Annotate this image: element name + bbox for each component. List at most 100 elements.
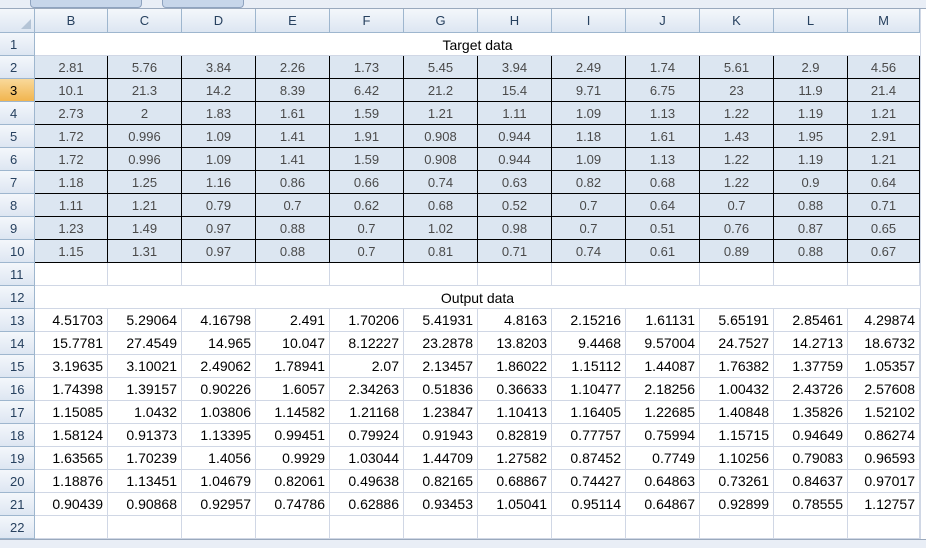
output-cell[interactable]: 14.2713	[774, 332, 848, 355]
target-cell[interactable]: 1.41	[256, 148, 330, 171]
output-cell[interactable]: 0.82819	[478, 424, 552, 447]
output-cell[interactable]: 1.05041	[478, 493, 552, 516]
output-cell[interactable]: 0.7749	[626, 447, 700, 470]
output-cell[interactable]: 1.04679	[182, 470, 256, 493]
target-cell[interactable]: 23	[700, 79, 774, 102]
target-cell[interactable]: 0.68	[404, 194, 478, 217]
output-cell[interactable]: 4.8163	[478, 309, 552, 332]
target-cell[interactable]: 2.73	[35, 102, 108, 125]
target-cell[interactable]: 2.81	[35, 56, 108, 79]
target-cell[interactable]: 0.67	[848, 240, 920, 263]
target-cell[interactable]: 0.88	[774, 194, 848, 217]
target-cell[interactable]: 1.21	[848, 148, 920, 171]
cell[interactable]	[35, 516, 108, 539]
target-cell[interactable]: 0.63	[478, 171, 552, 194]
target-cell[interactable]: 2.26	[256, 56, 330, 79]
target-cell[interactable]: 0.7	[256, 194, 330, 217]
cell[interactable]	[700, 263, 774, 286]
output-cell[interactable]: 4.16798	[182, 309, 256, 332]
target-cell[interactable]: 1.73	[330, 56, 404, 79]
output-cell[interactable]: 1.21168	[330, 401, 404, 424]
target-cell[interactable]: 0.66	[330, 171, 404, 194]
target-cell[interactable]: 5.45	[404, 56, 478, 79]
output-cell[interactable]: 0.74786	[256, 493, 330, 516]
output-cell[interactable]: 0.64863	[626, 470, 700, 493]
target-cell[interactable]: 0.81	[404, 240, 478, 263]
target-cell[interactable]: 9.71	[552, 79, 626, 102]
target-cell[interactable]: 0.7	[330, 217, 404, 240]
target-cell[interactable]: 0.7	[330, 240, 404, 263]
output-cell[interactable]: 0.79924	[330, 424, 404, 447]
target-cell[interactable]: 0.87	[774, 217, 848, 240]
output-cell[interactable]: 1.03806	[182, 401, 256, 424]
cell[interactable]	[774, 516, 848, 539]
target-cell[interactable]: 0.7	[700, 194, 774, 217]
output-cell[interactable]: 2.57608	[848, 378, 920, 401]
target-cell[interactable]: 2	[108, 102, 182, 125]
target-cell[interactable]: 0.86	[256, 171, 330, 194]
output-cell[interactable]: 0.87452	[552, 447, 626, 470]
row-header-9[interactable]: 9	[0, 217, 35, 240]
output-cell[interactable]: 0.94649	[774, 424, 848, 447]
target-cell[interactable]: 5.76	[108, 56, 182, 79]
output-cell[interactable]: 0.92899	[700, 493, 774, 516]
cell[interactable]	[774, 263, 848, 286]
target-cell[interactable]: 5.61	[700, 56, 774, 79]
cell[interactable]	[330, 263, 404, 286]
column-header-e[interactable]: E	[256, 9, 330, 33]
output-cell[interactable]: 1.12757	[848, 493, 920, 516]
target-cell[interactable]: 1.18	[552, 125, 626, 148]
output-cell[interactable]: 1.86022	[478, 355, 552, 378]
row-header-16[interactable]: 16	[0, 378, 35, 401]
column-header-b[interactable]: B	[35, 9, 108, 33]
target-cell[interactable]: 1.16	[182, 171, 256, 194]
output-cell[interactable]: 1.0432	[108, 401, 182, 424]
output-cell[interactable]: 8.12227	[330, 332, 404, 355]
cell[interactable]	[478, 263, 552, 286]
output-cell[interactable]: 1.40848	[700, 401, 774, 424]
target-cell[interactable]: 6.75	[626, 79, 700, 102]
output-cell[interactable]: 2.18256	[626, 378, 700, 401]
target-cell[interactable]: 0.62	[330, 194, 404, 217]
output-cell[interactable]: 0.92957	[182, 493, 256, 516]
cell[interactable]	[182, 516, 256, 539]
target-cell[interactable]: 3.94	[478, 56, 552, 79]
output-cell[interactable]: 2.43726	[774, 378, 848, 401]
output-cell[interactable]: 1.13395	[182, 424, 256, 447]
output-cell[interactable]: 24.7527	[700, 332, 774, 355]
output-cell[interactable]: 0.99451	[256, 424, 330, 447]
output-cell[interactable]: 0.91373	[108, 424, 182, 447]
output-cell[interactable]: 5.29064	[108, 309, 182, 332]
target-cell[interactable]: 1.09	[552, 148, 626, 171]
target-cell[interactable]: 4.56	[848, 56, 920, 79]
column-header-l[interactable]: L	[774, 9, 848, 33]
output-cell[interactable]: 1.10477	[552, 378, 626, 401]
target-cell[interactable]: 1.09	[552, 102, 626, 125]
output-cell[interactable]: 0.95114	[552, 493, 626, 516]
output-cell[interactable]: 23.2878	[404, 332, 478, 355]
row-header-7[interactable]: 7	[0, 171, 35, 194]
output-cell[interactable]: 18.6732	[848, 332, 920, 355]
output-cell[interactable]: 1.13451	[108, 470, 182, 493]
row-header-10[interactable]: 10	[0, 240, 35, 263]
output-cell[interactable]: 0.97017	[848, 470, 920, 493]
output-cell[interactable]: 1.74398	[35, 378, 108, 401]
row-header-15[interactable]: 15	[0, 355, 35, 378]
target-cell[interactable]: 0.79	[182, 194, 256, 217]
row-header-19[interactable]: 19	[0, 447, 35, 470]
target-cell[interactable]: 0.944	[478, 125, 552, 148]
output-cell[interactable]: 4.51703	[35, 309, 108, 332]
row-header-6[interactable]: 6	[0, 148, 35, 171]
target-cell[interactable]: 0.51	[626, 217, 700, 240]
output-cell[interactable]: 0.49638	[330, 470, 404, 493]
column-header-d[interactable]: D	[182, 9, 256, 33]
output-cell[interactable]: 0.68867	[478, 470, 552, 493]
output-cell[interactable]: 2.07	[330, 355, 404, 378]
cell[interactable]	[404, 516, 478, 539]
output-cell[interactable]: 0.91943	[404, 424, 478, 447]
target-cell[interactable]: 0.89	[700, 240, 774, 263]
target-cell[interactable]: 1.19	[774, 148, 848, 171]
output-cell[interactable]: 2.85461	[774, 309, 848, 332]
target-cell[interactable]: 1.31	[108, 240, 182, 263]
output-cell[interactable]: 2.491	[256, 309, 330, 332]
